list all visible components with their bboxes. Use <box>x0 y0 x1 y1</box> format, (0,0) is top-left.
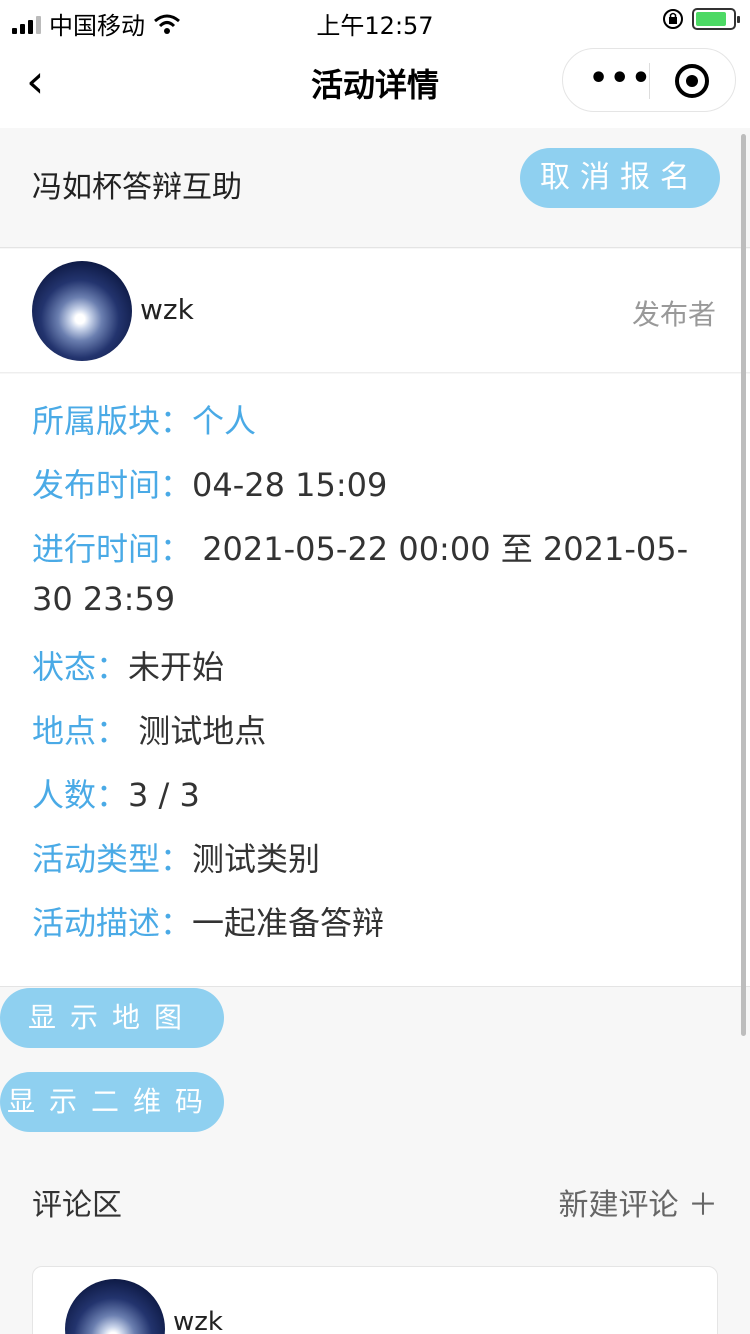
navigation-bar: ‹ 活动详情 ••• <box>0 40 750 128</box>
detail-description-label: 活动描述： <box>32 904 193 942</box>
new-comment-button[interactable]: 新建评论 ＋ <box>558 1180 718 1224</box>
publisher-role-label: 发布者 <box>631 298 716 331</box>
detail-duration: 进行时间： 2021-05-22 00:00 至 2021-05-30 23:5… <box>32 524 722 624</box>
show-map-button[interactable]: 显示地图 <box>0 988 224 1048</box>
detail-location-value: 测试地点 <box>128 712 267 750</box>
comment-card[interactable]: wzk <box>32 1266 718 1334</box>
publisher-name: wzk <box>140 293 194 326</box>
detail-status-value: 未开始 <box>128 648 225 686</box>
detail-duration-label: 进行时间： <box>32 530 193 568</box>
status-bar: 中国移动 上午12:57 <box>0 0 750 40</box>
detail-section: 所属版块：个人 <box>32 396 722 446</box>
close-mini-program-icon[interactable] <box>675 64 709 98</box>
clock: 上午12:57 <box>316 12 434 40</box>
detail-description-value: 一起准备答辩 <box>192 904 385 942</box>
status-right <box>662 8 740 30</box>
detail-description: 活动描述：一起准备答辩 <box>32 898 722 948</box>
scrollbar[interactable] <box>741 134 746 1036</box>
activity-header: 冯如杯答辩互助 取消报名 <box>0 128 750 248</box>
more-icon[interactable]: ••• <box>589 64 653 94</box>
detail-publish-time-label: 发布时间： <box>32 466 193 504</box>
rotation-lock-icon <box>663 9 683 29</box>
detail-type-label: 活动类型： <box>32 840 193 878</box>
comment-author: wzk <box>173 1307 223 1334</box>
capsule-divider <box>649 63 650 99</box>
battery-icon <box>692 8 740 30</box>
detail-location: 地点： 测试地点 <box>32 706 722 756</box>
detail-people-label: 人数： <box>32 776 129 814</box>
comments-title: 评论区 <box>32 1188 122 1223</box>
detail-people: 人数：3 / 3 <box>32 770 722 820</box>
activity-details: 所属版块：个人 发布时间：04-28 15:09 进行时间： 2021-05-2… <box>0 374 750 987</box>
detail-publish-time: 发布时间：04-28 15:09 <box>32 460 722 510</box>
activity-name: 冯如杯答辩互助 <box>32 170 242 205</box>
cancel-signup-button[interactable]: 取消报名 <box>520 148 720 208</box>
avatar[interactable] <box>32 261 132 361</box>
detail-status: 状态：未开始 <box>32 642 722 692</box>
detail-section-label: 所属版块： <box>32 402 193 440</box>
detail-status-label: 状态： <box>32 648 129 686</box>
detail-publish-time-value: 04-28 15:09 <box>192 466 388 504</box>
show-qrcode-button[interactable]: 显示二维码 <box>0 1072 224 1132</box>
avatar[interactable] <box>65 1279 165 1334</box>
detail-type-value: 测试类别 <box>192 840 321 878</box>
publisher-row: wzk 发布者 <box>0 249 750 373</box>
detail-location-label: 地点： <box>32 712 129 750</box>
detail-section-value: 个人 <box>192 402 257 440</box>
mini-program-capsule: ••• <box>562 48 736 112</box>
detail-type: 活动类型：测试类别 <box>32 834 722 884</box>
detail-people-value: 3 / 3 <box>128 776 200 814</box>
